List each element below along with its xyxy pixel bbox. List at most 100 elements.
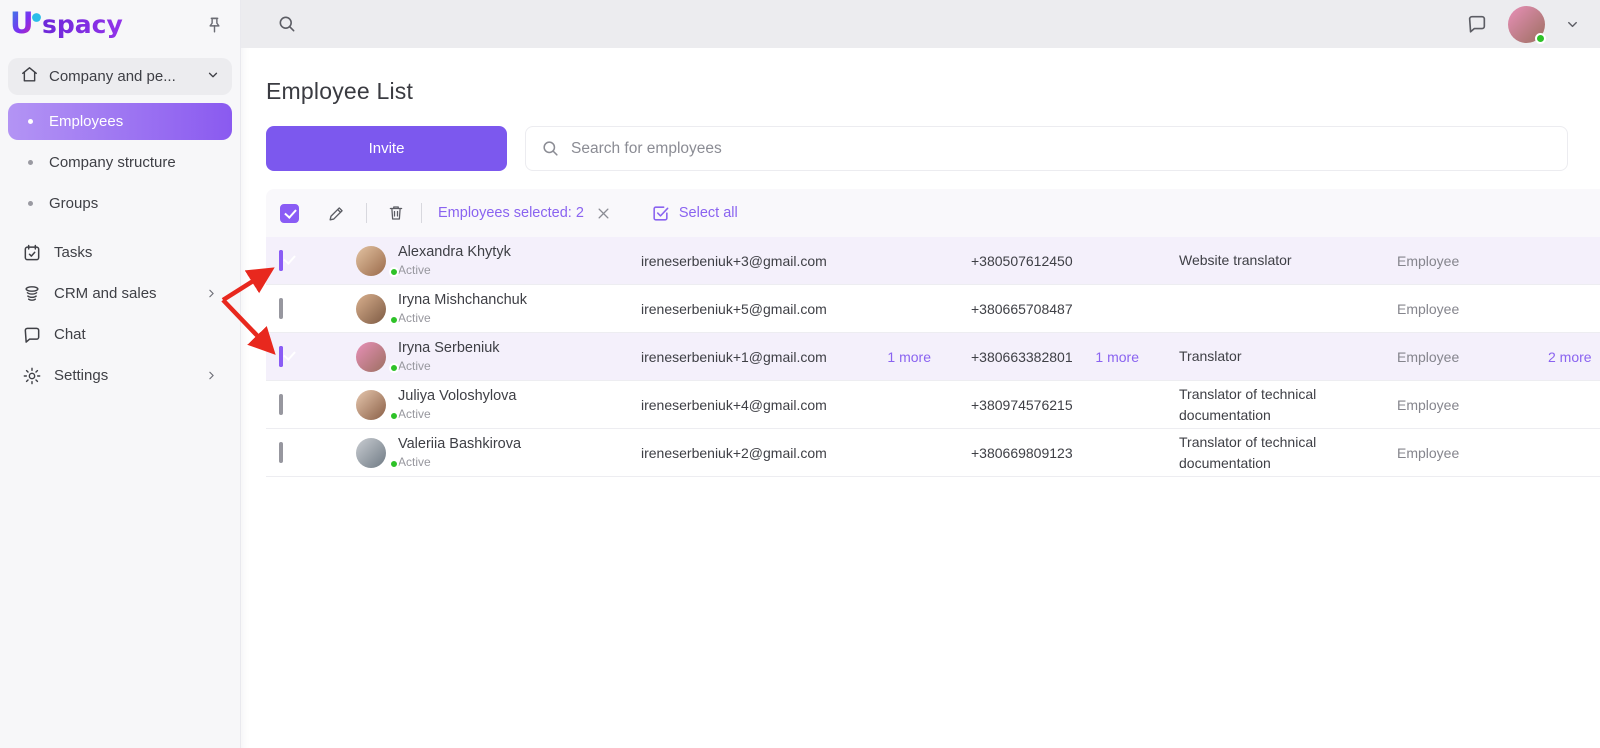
employee-role: Employee: [1397, 349, 1548, 365]
row-more-link[interactable]: 2 more: [1548, 349, 1600, 365]
sidebar-item-employees[interactable]: Employees: [8, 103, 232, 140]
uspacy-logo: U spacy: [10, 6, 128, 45]
pin-sidebar-icon[interactable]: [205, 16, 224, 35]
chevron-down-icon[interactable]: [1565, 17, 1580, 32]
invite-button[interactable]: Invite: [266, 126, 507, 171]
toolbar-divider: [421, 203, 422, 223]
page-title: Employee List: [266, 78, 1600, 105]
employee-phone: +380974576215: [971, 397, 1073, 413]
table-row[interactable]: Juliya Voloshylova Active ireneserbeniuk…: [266, 381, 1600, 429]
employee-status: Active: [398, 263, 641, 277]
employee-table-body: Alexandra Khytyk Active ireneserbeniuk+3…: [266, 237, 1600, 477]
tasks-calendar-icon: [22, 243, 42, 263]
select-all-checkbox-icon: [651, 204, 670, 223]
sidebar-item-company-structure[interactable]: Company structure: [8, 144, 232, 181]
delete-icon[interactable]: [387, 204, 405, 222]
avatar: [356, 246, 386, 276]
online-status-dot: [389, 363, 399, 373]
employee-role: Employee: [1397, 397, 1548, 413]
sidebar-item-groups[interactable]: Groups: [8, 185, 232, 222]
svg-text:spacy: spacy: [42, 10, 123, 39]
select-all-label: Select all: [679, 205, 738, 221]
home-icon: [20, 65, 39, 88]
row-checkbox[interactable]: [279, 394, 283, 415]
sidebar-item-chat[interactable]: Chat: [8, 316, 232, 353]
edit-icon[interactable]: [327, 204, 346, 223]
employee-avatar: [356, 246, 398, 276]
sidebar: U spacy Company and pe...: [0, 0, 241, 748]
sidebar-item-label: Tasks: [54, 244, 92, 261]
avatar: [356, 390, 386, 420]
email-more-link[interactable]: 1 more: [887, 349, 931, 365]
sidebar-item-settings[interactable]: Settings: [8, 357, 232, 394]
topbar: [241, 0, 1600, 48]
global-search-icon[interactable]: [277, 14, 297, 34]
clear-selection-icon[interactable]: [596, 206, 611, 221]
employee-avatar: [356, 390, 398, 420]
toolbar-checkbox[interactable]: [280, 204, 299, 223]
user-avatar[interactable]: [1508, 6, 1545, 43]
sidebar-item-label: Groups: [49, 195, 98, 212]
row-checkbox[interactable]: [279, 442, 283, 463]
employee-avatar: [356, 342, 398, 372]
sidebar-item-crm-and-sales[interactable]: CRM and sales: [8, 275, 232, 312]
online-status-dot: [389, 411, 399, 421]
employee-position: Translator of technical documentation: [1179, 384, 1397, 425]
online-status-dot: [1535, 33, 1546, 44]
select-all-button[interactable]: Select all: [651, 204, 738, 223]
avatar: [356, 342, 386, 372]
employee-name: Valeriia Bashkirova: [398, 436, 641, 452]
table-row[interactable]: Iryna Serbeniuk Active ireneserbeniuk+1@…: [266, 333, 1600, 381]
employee-name: Iryna Mishchanchuk: [398, 292, 641, 308]
crm-funnel-icon: [22, 284, 42, 304]
employee-email: ireneserbeniuk+5@gmail.com: [641, 301, 827, 317]
online-status-dot: [389, 267, 399, 277]
phone-more-link[interactable]: 1 more: [1095, 349, 1139, 365]
search-input[interactable]: [571, 140, 1552, 158]
employee-position: Website translator: [1179, 250, 1397, 270]
employee-phone: +380669809123: [971, 445, 1073, 461]
employee-avatar: [356, 438, 398, 468]
table-row[interactable]: Alexandra Khytyk Active ireneserbeniuk+3…: [266, 237, 1600, 285]
bullet-icon: [28, 201, 33, 206]
employee-status: Active: [398, 311, 641, 325]
employee-phone: +380663382801: [971, 349, 1073, 365]
sidebar-item-label: CRM and sales: [54, 285, 157, 302]
online-status-dot: [389, 315, 399, 325]
sidebar-item-tasks[interactable]: Tasks: [8, 234, 232, 271]
table-row[interactable]: Valeriia Bashkirova Active ireneserbeniu…: [266, 429, 1600, 477]
employee-name: Alexandra Khytyk: [398, 244, 641, 260]
row-checkbox[interactable]: [279, 250, 283, 271]
sidebar-item-label: Settings: [54, 367, 108, 384]
toolbar-divider: [366, 203, 367, 223]
employee-role: Employee: [1397, 445, 1548, 461]
selected-count-label: Employees selected: 2: [438, 205, 584, 221]
sidebar-item-label: Employees: [49, 113, 123, 130]
employee-email: ireneserbeniuk+1@gmail.com: [641, 349, 827, 365]
bulk-actions-toolbar: Employees selected: 2 Select all: [266, 189, 1600, 237]
workspace-switcher[interactable]: Company and pe...: [8, 58, 232, 95]
employee-status: Active: [398, 359, 641, 373]
bullet-icon: [28, 160, 33, 165]
bullet-icon: [28, 119, 33, 124]
employee-role: Employee: [1397, 301, 1548, 317]
chat-bubble-icon: [22, 325, 42, 345]
sidebar-item-label: Company structure: [49, 154, 176, 171]
row-checkbox[interactable]: [279, 346, 283, 367]
chevron-down-icon: [206, 68, 220, 86]
workspace-label: Company and pe...: [49, 68, 196, 85]
gear-icon: [22, 366, 42, 386]
chevron-right-icon: [205, 369, 218, 382]
employee-avatar: [356, 294, 398, 324]
employee-email: ireneserbeniuk+2@gmail.com: [641, 445, 827, 461]
messages-icon[interactable]: [1466, 13, 1488, 35]
row-checkbox[interactable]: [279, 298, 283, 319]
avatar: [356, 438, 386, 468]
employee-name: Juliya Voloshylova: [398, 388, 641, 404]
sidebar-nav: Employees Company structure Groups Tasks: [0, 101, 240, 396]
table-row[interactable]: Iryna Mishchanchuk Active ireneserbeniuk…: [266, 285, 1600, 333]
online-status-dot: [389, 459, 399, 469]
employee-email: ireneserbeniuk+3@gmail.com: [641, 253, 827, 269]
employee-role: Employee: [1397, 253, 1548, 269]
employee-search-box[interactable]: [525, 126, 1568, 171]
